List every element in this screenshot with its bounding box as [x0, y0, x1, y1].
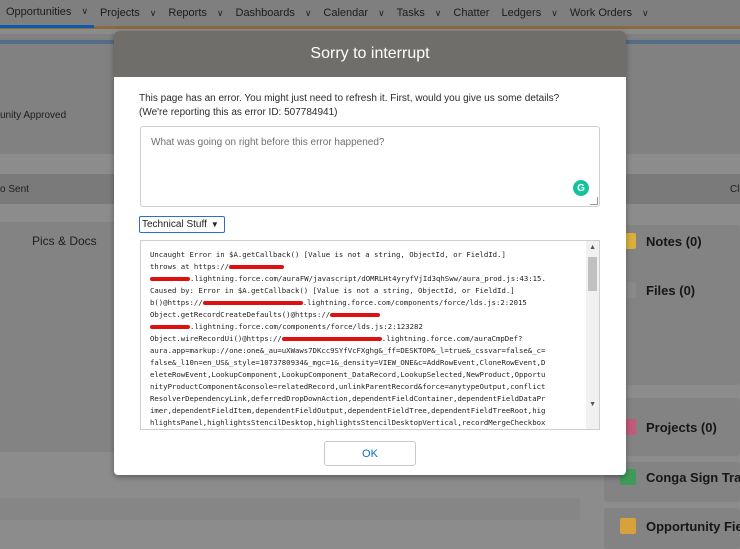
path-step-sent: o Sent [0, 184, 29, 195]
related-list-label: Conga Sign Tran [646, 469, 740, 485]
scroll-up-icon[interactable]: ▲ [589, 244, 596, 251]
related-list-label: Projects (0) [646, 419, 717, 435]
nav-item-projects[interactable]: Projects ∨ [94, 0, 162, 28]
related-list-files[interactable]: Files (0) [620, 282, 695, 298]
resize-handle[interactable] [590, 197, 598, 205]
nav-item-dashboards[interactable]: Dashboards ∨ [230, 0, 318, 28]
chevron-down-icon[interactable]: ∨ [551, 8, 558, 19]
modal-title: Sorry to interrupt [310, 45, 430, 62]
trace-line: aura.app=markup://one:one&_au=uXWaws7DKc… [150, 346, 546, 355]
nav-item-reports[interactable]: Reports ∨ [162, 0, 229, 28]
comment-placeholder: What was going on right before this erro… [151, 137, 385, 148]
redaction-mark [150, 277, 190, 281]
nav-item-chatter[interactable]: Chatter [447, 0, 495, 28]
trace-line: throws at https:// [150, 261, 580, 273]
nav-item-label: Chatter [453, 7, 490, 19]
error-modal: Sorry to interrupt This page has an erro… [114, 31, 626, 475]
error-message-line1: This page has an error. You might just n… [139, 93, 560, 104]
stage-text: unity Approved [0, 110, 67, 121]
modal-body: This page has an error. You might just n… [114, 77, 626, 475]
tab-pics-docs[interactable]: Pics & Docs [32, 234, 97, 248]
stack-trace-box[interactable]: Uncaught Error in $A.getCallback() [Valu… [140, 240, 600, 430]
chevron-down-icon[interactable]: ∨ [305, 8, 312, 19]
related-list-label: Opportunity Fie [646, 518, 740, 534]
chevron-down-icon: ▼ [210, 220, 219, 229]
chevron-down-icon[interactable]: ∨ [81, 6, 88, 17]
stack-trace-text: Uncaught Error in $A.getCallback() [Valu… [150, 249, 580, 429]
trace-line: false&_l10n=en_US&_style=1073780934&_mgc… [150, 358, 546, 367]
redaction-mark [150, 325, 190, 329]
nav-item-label: Ledgers [501, 7, 542, 19]
nav-item-label: Projects [100, 7, 140, 19]
nav-item-tasks[interactable]: Tasks ∨ [391, 0, 448, 28]
redaction-mark [281, 337, 382, 341]
trace-line: Object.getRecordCreateDefaults()@https:/… [150, 309, 580, 321]
chevron-down-icon[interactable]: ∨ [642, 8, 649, 19]
trace-line: b()@https://.lightning.force.com/compone… [150, 298, 527, 307]
error-message-line2: (We're reporting this as error ID: 50778… [139, 107, 338, 118]
trace-line: ResolverDependencyLink,deferredDropDownA… [150, 394, 546, 403]
trace-line: Caused by: Error in $A.getCallback() [Va… [150, 286, 515, 295]
related-list-conga[interactable]: Conga Sign Tran [620, 469, 740, 485]
chevron-down-icon[interactable]: ∨ [217, 8, 224, 19]
trace-line: eleteRowEvent,LookupComponent,LookupComp… [150, 370, 546, 379]
details-select[interactable]: Technical Stuff ▼ [139, 216, 225, 233]
redaction-mark [330, 313, 381, 317]
nav-item-calendar[interactable]: Calendar ∨ [317, 0, 390, 28]
trace-line: imer,dependentFieldItem,dependentFieldOu… [150, 406, 546, 415]
path-step-cl: Cl [730, 184, 740, 195]
nav-item-label: Dashboards [235, 7, 295, 19]
top-nav-bar: Opportunities ∨ Projects ∨ Reports ∨ Dashboard… [0, 0, 740, 29]
ok-button[interactable]: OK [324, 441, 416, 466]
nav-item-label: Opportunities [6, 5, 72, 18]
chevron-down-icon[interactable]: ∨ [378, 8, 385, 19]
trace-line: .lightning.force.com/auraFW/javascript/d… [150, 273, 580, 285]
crown-icon [620, 518, 636, 534]
trace-line: .lightning.force.com/components/force/ld… [150, 321, 580, 333]
trace-line: nityProductComponent&console=relatedReco… [150, 382, 546, 391]
nav-item-opportunities[interactable]: Opportunities ∨ [0, 0, 95, 28]
nav-item-ledgers[interactable]: Ledgers ∨ [495, 0, 563, 28]
chevron-down-icon[interactable]: ∨ [435, 8, 442, 19]
error-message: This page has an error. You might just n… [139, 92, 604, 120]
trace-line: hlightsPanel,highlightsStencilDesktop,hi… [150, 418, 546, 427]
grammarly-icon[interactable]: G [573, 180, 589, 196]
trace-line: Uncaught Error in $A.getCallback() [Valu… [150, 250, 506, 259]
comment-textarea[interactable]: What was going on right before this erro… [140, 126, 600, 207]
bottom-bar [0, 498, 580, 520]
redaction-mark [202, 301, 303, 305]
related-list-notes[interactable]: Notes (0) [620, 233, 702, 249]
details-select-value: Technical Stuff [142, 219, 207, 230]
nav-item-work-orders[interactable]: Work Orders ∨ [564, 0, 655, 28]
nav-item-label: Work Orders [569, 7, 632, 19]
scrollbar[interactable]: ▲ ▼ [586, 241, 599, 429]
redaction-mark [229, 265, 285, 269]
nav-item-label: Calendar [323, 7, 369, 19]
related-list-label: Notes (0) [646, 233, 702, 249]
scroll-down-icon[interactable]: ▼ [589, 401, 596, 408]
related-list-projects[interactable]: Projects (0) [620, 419, 717, 435]
related-list-crown[interactable]: Opportunity Fie [620, 518, 740, 534]
nav-item-label: Reports [168, 7, 207, 19]
scroll-thumb[interactable] [588, 257, 597, 291]
chevron-down-icon[interactable]: ∨ [150, 8, 157, 19]
modal-header: Sorry to interrupt [114, 31, 626, 77]
nav-item-label: Tasks [396, 7, 425, 19]
related-list-label: Files (0) [646, 282, 696, 298]
trace-line: Object.wireRecordUi()@https://.lightning… [150, 334, 523, 343]
